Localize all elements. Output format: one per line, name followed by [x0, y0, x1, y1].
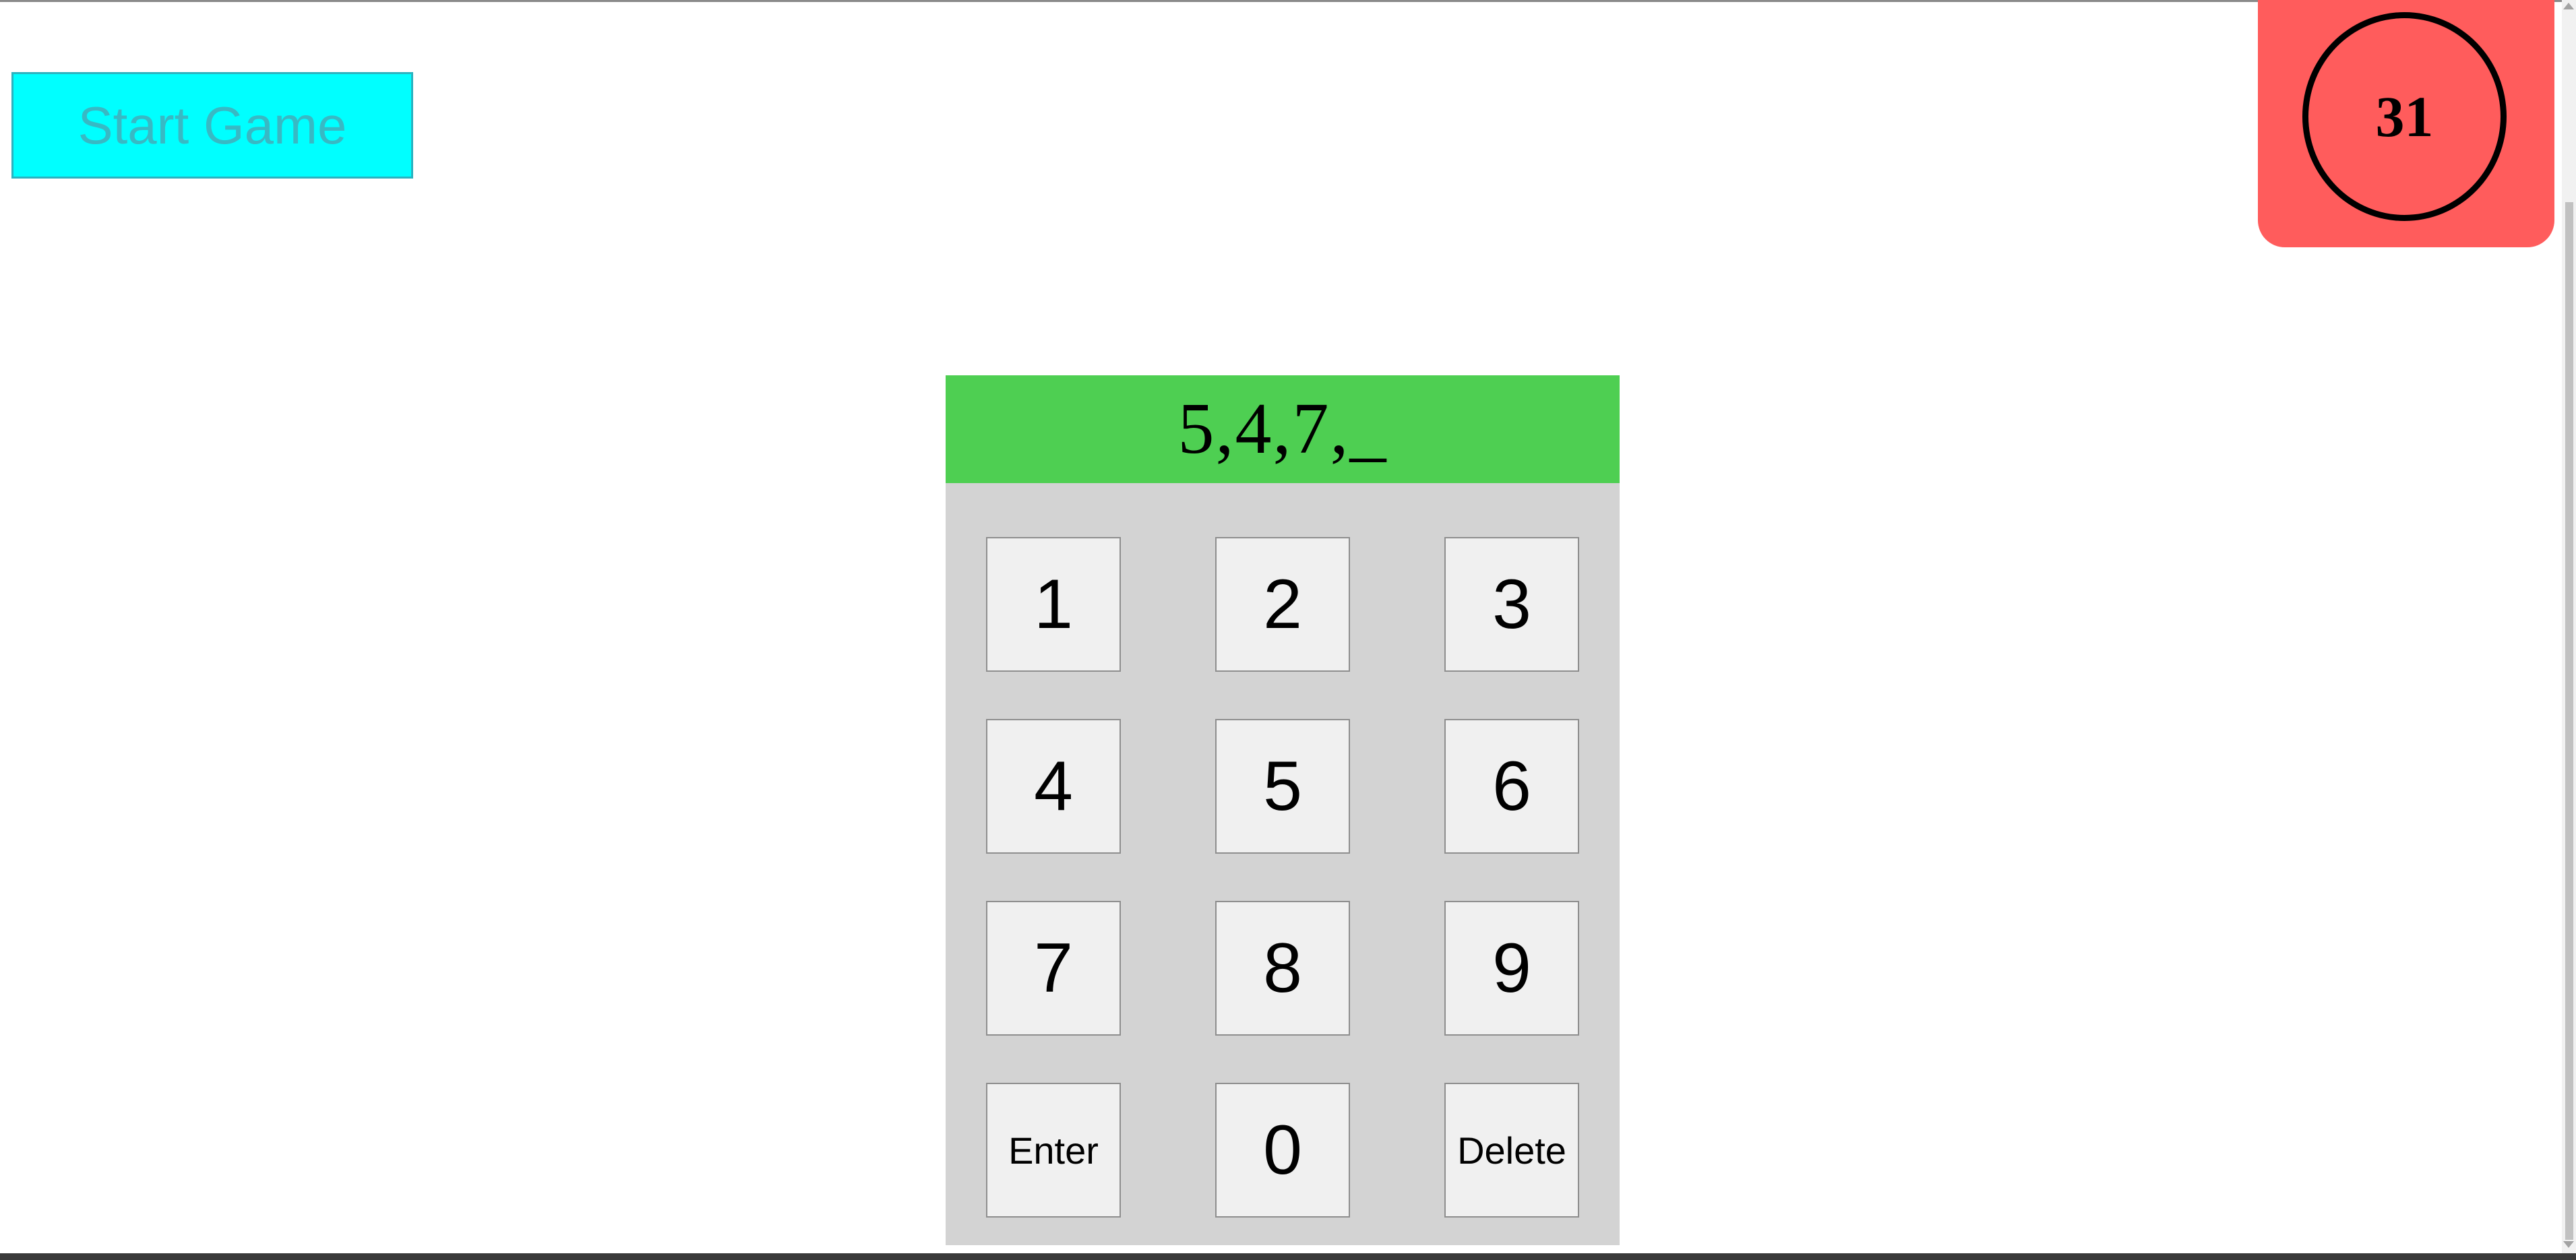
entered-sequence: 5,4,7,_	[1177, 389, 1388, 469]
key-1-button[interactable]: 1	[986, 537, 1121, 672]
key-2-button[interactable]: 2	[1215, 537, 1350, 672]
key-0-button[interactable]: 0	[1215, 1083, 1350, 1218]
key-3-button[interactable]: 3	[1444, 537, 1579, 672]
key-7-button[interactable]: 7	[986, 901, 1121, 1036]
scroll-down-arrow-icon[interactable]	[2563, 1241, 2574, 1248]
timer-panel: 31	[2258, 0, 2554, 247]
delete-button[interactable]: Delete	[1444, 1083, 1579, 1218]
timer-circle: 31	[2302, 12, 2507, 221]
key-4-button[interactable]: 4	[986, 719, 1121, 854]
start-game-button[interactable]: Start Game	[11, 72, 413, 179]
keypad-display: 5,4,7,_	[946, 375, 1620, 483]
window-top-border	[0, 0, 2576, 2]
keypad: 5,4,7,_ 1 2 3 4 5 6 7 8 9 Enter 0 Delete	[946, 375, 1620, 1245]
taskbar-edge	[0, 1253, 2576, 1260]
key-9-button[interactable]: 9	[1444, 901, 1579, 1036]
scrollbar-thumb[interactable]	[2565, 202, 2573, 1240]
key-8-button[interactable]: 8	[1215, 901, 1350, 1036]
key-5-button[interactable]: 5	[1215, 719, 1350, 854]
scroll-up-arrow-icon[interactable]	[2563, 3, 2574, 9]
enter-button[interactable]: Enter	[986, 1083, 1121, 1218]
key-6-button[interactable]: 6	[1444, 719, 1579, 854]
timer-value: 31	[2375, 84, 2434, 149]
